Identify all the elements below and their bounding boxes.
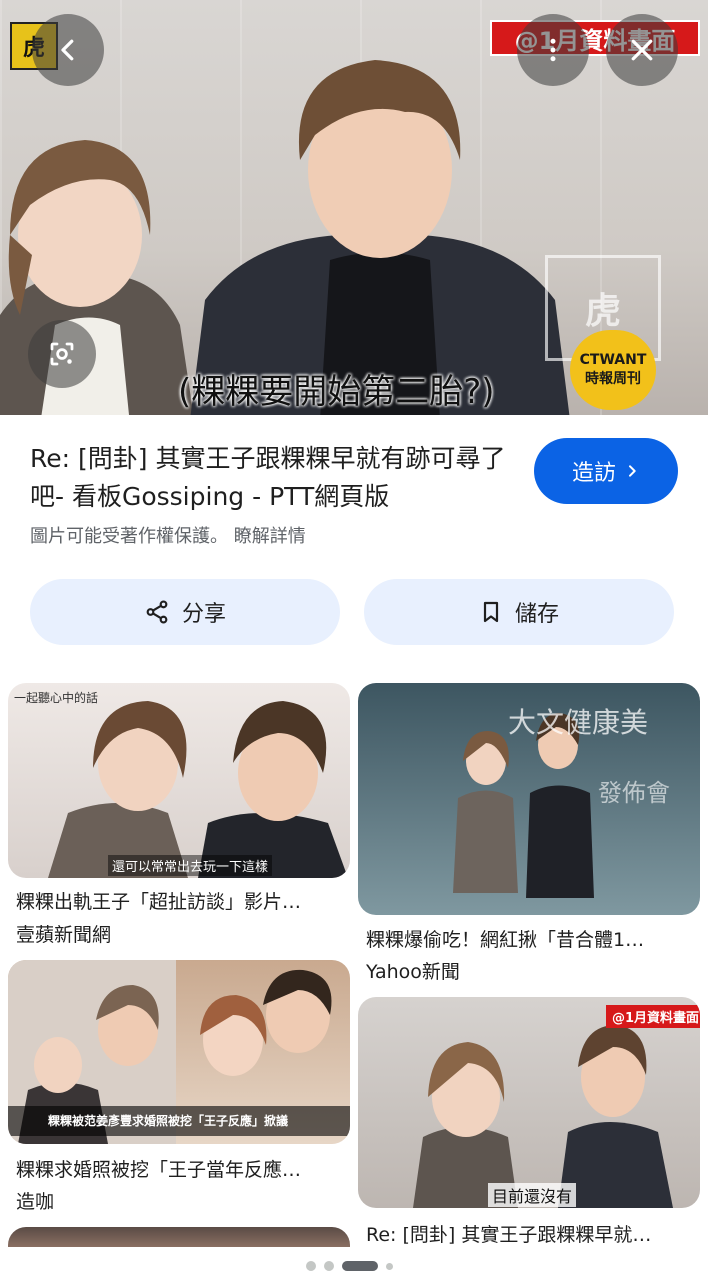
microphone-logo: CTWANT 時報周刊	[570, 330, 656, 410]
page-dot	[386, 1262, 393, 1270]
save-label: 儲存	[514, 602, 559, 627]
lens-icon	[50, 342, 74, 366]
learn-more-link[interactable]: 瞭解詳情	[234, 526, 306, 547]
lens-search-button[interactable]	[28, 320, 96, 388]
share-button[interactable]: 分享	[30, 579, 340, 645]
visit-label: 造訪	[571, 461, 616, 486]
close-icon	[631, 39, 653, 61]
chevron-right-icon	[629, 465, 636, 477]
related-caption-3[interactable]: 粿粿求婚照被挖「王子當年反應…	[16, 1155, 346, 1182]
mic-sub: 時報周刊	[585, 371, 641, 387]
more-options-button[interactable]	[517, 14, 589, 86]
thumb-1-overlay-title: 一起聽心中的話	[14, 691, 99, 705]
copyright-notice: 圖片可能受著作權保護。 瞭解詳情	[30, 522, 306, 548]
thumb-2-overlay-title: 大文健康美	[508, 706, 649, 739]
visit-button[interactable]: 造訪	[534, 438, 678, 504]
related-image-1[interactable]: 一起聽心中的話 還可以常常出去玩一下這樣	[8, 683, 350, 878]
related-image-5[interactable]	[8, 1227, 350, 1247]
page-dot	[324, 1261, 334, 1271]
related-caption-4[interactable]: Re: [問卦] 其實王子跟粿粿早就…	[366, 1220, 696, 1247]
back-button[interactable]	[32, 14, 104, 86]
result-title[interactable]: Re: [問卦] 其實王子跟粿粿早就有跡可尋了吧- 看板Gossiping - …	[30, 440, 510, 516]
related-image-2[interactable]: 大文健康美 發佈會	[358, 683, 700, 915]
man-figure	[190, 60, 570, 415]
close-button[interactable]	[606, 14, 678, 86]
related-image-3[interactable]: 粿粿被范姜彥豐求婚照被挖「王子反應」掀議	[8, 960, 350, 1144]
related-source-1: 壹蘋新聞網	[16, 924, 112, 946]
more-vert-icon	[550, 38, 556, 62]
related-source-2: Yahoo新聞	[366, 961, 460, 983]
share-icon	[146, 600, 168, 624]
related-image-4[interactable]: @1月資料畫面 目前還沒有	[358, 997, 700, 1208]
bookmark-icon	[483, 601, 499, 623]
page-indicator	[306, 1261, 393, 1271]
thumb-1-overlay-caption: 還可以常常出去玩一下這樣	[108, 855, 273, 876]
related-source-3: 造咖	[16, 1191, 55, 1213]
related-caption-2[interactable]: 粿粿爆偷吃！網紅揪「昔合體1…	[366, 925, 696, 952]
mic-brand: CTWANT	[579, 352, 647, 368]
hero-image[interactable]: 虎 @1月資料畫面 虎 CTWANT 時報周刊 (粿粿要開始第二胎?)	[0, 0, 708, 415]
thumb-4-overlay-caption: 目前還沒有	[488, 1183, 577, 1207]
couple-thumbnail-1	[48, 701, 348, 878]
thumb-4-badge: @1月資料畫面	[606, 1005, 700, 1028]
page-dot-active	[342, 1261, 378, 1271]
copyright-text: 圖片可能受著作權保護。	[30, 526, 228, 547]
related-caption-1[interactable]: 粿粿出軌王子「超扯訪談」影片…	[16, 887, 346, 914]
video-subtitle: (粿粿要開始第二胎?)	[178, 372, 495, 412]
couple-thumbnail-4	[413, 1025, 673, 1208]
thumb-2-overlay-sub: 發佈會	[598, 779, 670, 807]
chevron-left-icon	[61, 39, 74, 61]
save-button[interactable]: 儲存	[364, 579, 674, 645]
share-label: 分享	[181, 602, 226, 627]
page-dot	[306, 1261, 316, 1271]
thumb-3-overlay-caption: 粿粿被范姜彥豐求婚照被挖「王子反應」掀議	[8, 1106, 350, 1136]
